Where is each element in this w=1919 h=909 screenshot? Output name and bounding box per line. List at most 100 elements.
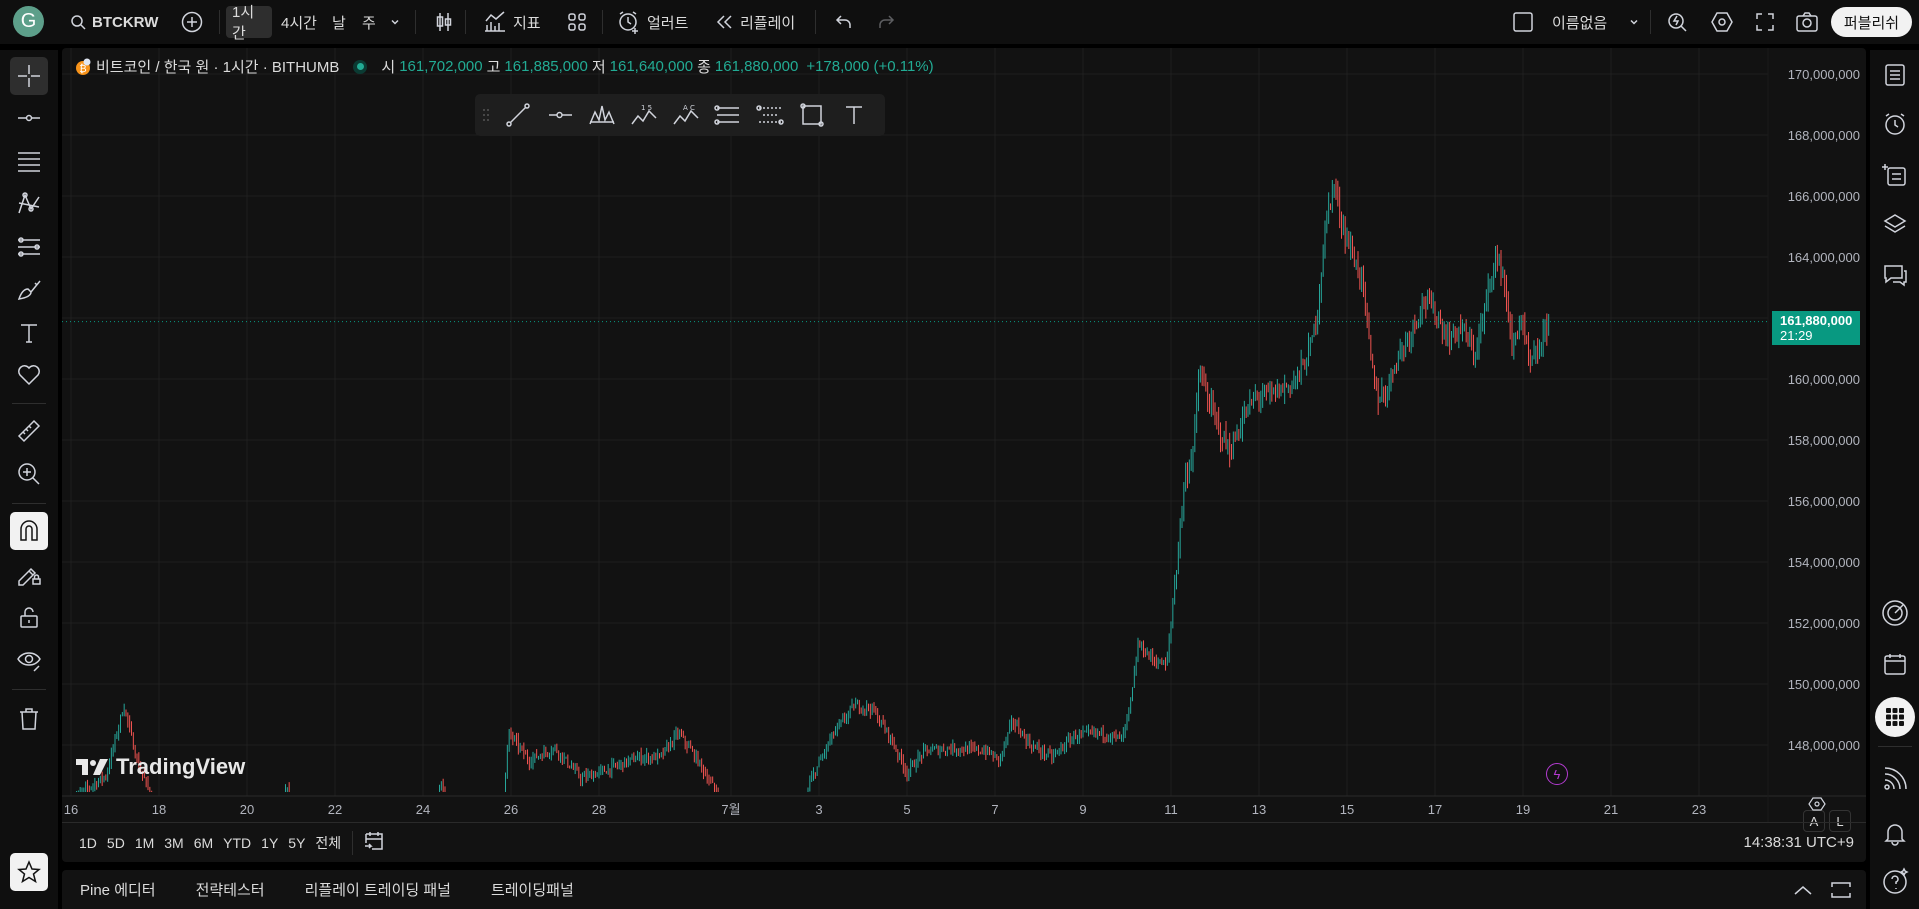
elliott-correction-tool[interactable]: A C	[665, 94, 707, 136]
trend-line-tool[interactable]	[497, 94, 539, 136]
range-all[interactable]: 전체	[310, 833, 346, 853]
elliott-impulse-tool[interactable]: 1 5	[623, 94, 665, 136]
list-icon	[1885, 64, 1905, 86]
icon-tool[interactable]	[10, 356, 48, 394]
horizontal-ray-icon	[18, 114, 40, 122]
drag-handle[interactable]	[475, 94, 497, 136]
price-tick-label: 152,000,000	[1788, 616, 1860, 631]
lock-drawings[interactable]	[10, 598, 48, 636]
collapse-panel-button[interactable]	[1792, 879, 1814, 905]
watchlist-button[interactable]	[1876, 56, 1914, 94]
symbol-search-button[interactable]: BTCKRW	[64, 6, 164, 38]
ideas-stream-button[interactable]	[1876, 760, 1914, 798]
remove-drawings[interactable]	[10, 700, 48, 738]
publish-button[interactable]: 퍼블리쉬	[1831, 7, 1912, 37]
ruler-icon	[17, 419, 41, 443]
layers-button[interactable]	[1876, 205, 1914, 243]
layout-name-button[interactable]: 이름없음	[1546, 6, 1613, 38]
indicators-button[interactable]: 지표	[477, 6, 547, 38]
horizontal-ray-tool[interactable]	[539, 94, 581, 136]
help-button[interactable]	[1876, 862, 1914, 900]
trend-line-icon	[506, 103, 530, 127]
notifications-button[interactable]	[1876, 814, 1914, 852]
range-1y[interactable]: 1Y	[256, 835, 283, 851]
range-5y[interactable]: 5Y	[283, 835, 310, 851]
crosshair-tool[interactable]	[10, 57, 48, 95]
interval-week[interactable]: 주	[356, 6, 382, 38]
time-tick-label: 22	[328, 802, 342, 817]
products-button[interactable]	[1875, 697, 1915, 737]
multi-layout-button[interactable]	[1506, 6, 1540, 38]
compare-symbol-button[interactable]	[175, 6, 209, 38]
calendar-button[interactable]	[1876, 645, 1914, 683]
stay-in-drawing-mode[interactable]	[10, 555, 48, 593]
time-tick-label: 24	[416, 802, 430, 817]
tab-pine-editor[interactable]: Pine 에디터	[80, 879, 156, 900]
range-6m[interactable]: 6M	[189, 835, 218, 851]
maximize-panel-button[interactable]	[1830, 879, 1852, 905]
interval-4h[interactable]: 4시간	[275, 6, 323, 38]
zoom-tool[interactable]	[10, 455, 48, 493]
clock-timezone[interactable]: 14:38:31 UTC+9	[1744, 834, 1855, 851]
symbol-label: BTCKRW	[92, 13, 159, 31]
parallel-channel-tool[interactable]	[707, 94, 749, 136]
interval-dropdown[interactable]	[383, 6, 407, 38]
alert-button[interactable]: 얼러트	[611, 6, 694, 38]
magnet-toggle[interactable]	[10, 512, 48, 550]
go-to-date-button[interactable]	[363, 830, 385, 855]
range-ytd[interactable]: YTD	[218, 835, 256, 851]
interval-day[interactable]: 날	[326, 6, 352, 38]
svg-text:A C: A C	[683, 104, 695, 112]
rectangle-tool[interactable]	[791, 94, 833, 136]
tab-replay-trading-panel[interactable]: 리플레이 트레이딩 패널	[305, 879, 451, 900]
lightning-event-icon[interactable]: ϟ	[1546, 763, 1568, 785]
fullscreen-button[interactable]	[1749, 6, 1781, 38]
chart-pane[interactable]: 170,000,000 168,000,000 166,000,000 164,000…	[62, 48, 1866, 862]
interval-1h[interactable]: 1시간	[226, 4, 272, 42]
alerts-panel-button[interactable]	[1876, 105, 1914, 143]
market-status-dot[interactable]	[353, 59, 368, 74]
fib-tool[interactable]	[10, 142, 48, 180]
hotlists-button[interactable]	[1876, 594, 1914, 632]
fib-retracement-tool[interactable]	[749, 94, 791, 136]
templates-button[interactable]	[561, 6, 593, 38]
favorites-button[interactable]	[10, 853, 48, 891]
undo-button[interactable]	[829, 6, 859, 38]
pattern-tool[interactable]	[10, 185, 48, 223]
range-1d[interactable]: 1D	[74, 835, 102, 851]
low-value: 161,640,000	[609, 58, 694, 75]
object-tree-button[interactable]	[1876, 156, 1914, 194]
quick-search-button[interactable]	[1660, 6, 1696, 38]
line-tool[interactable]	[10, 99, 48, 137]
chart-type-button[interactable]	[427, 6, 461, 38]
user-avatar[interactable]: G	[13, 6, 44, 37]
grid-icon	[568, 13, 586, 31]
head-shoulders-tool[interactable]	[581, 94, 623, 136]
undo-icon	[835, 15, 851, 28]
screenshot-button[interactable]	[1789, 6, 1825, 38]
range-5d[interactable]: 5D	[102, 835, 130, 851]
chats-button[interactable]	[1876, 256, 1914, 294]
tab-trading-panel[interactable]: 트레이딩패널	[491, 879, 574, 900]
prediction-tool[interactable]	[10, 228, 48, 266]
text-tool[interactable]	[10, 314, 48, 352]
drawing-toolbar-left	[0, 50, 58, 909]
abc-wave-icon: A C	[673, 104, 699, 125]
time-axis-settings-button[interactable]	[1808, 796, 1826, 817]
redo-button[interactable]	[871, 6, 901, 38]
range-3m[interactable]: 3M	[159, 835, 188, 851]
tab-strategy-tester[interactable]: 전략테스터	[196, 879, 265, 900]
settings-button[interactable]	[1704, 6, 1740, 38]
settings-hexagon-icon	[1711, 12, 1733, 32]
indicators-label: 지표	[513, 14, 541, 32]
text-tool[interactable]	[833, 94, 875, 136]
layout-menu-dropdown[interactable]	[1622, 6, 1646, 38]
replay-button[interactable]: 리플레이	[710, 6, 801, 38]
range-1m[interactable]: 1M	[130, 835, 159, 851]
brush-tool[interactable]	[10, 271, 48, 309]
last-price: 161,880,000	[1780, 313, 1853, 328]
symbol-title[interactable]: 비트코인 / 한국 원 · 1시간 · BITHUMB	[96, 56, 339, 77]
price-chart[interactable]: 170,000,000 168,000,000 166,000,000 164,000…	[62, 48, 1866, 822]
measure-tool[interactable]	[10, 412, 48, 450]
hide-drawings[interactable]	[10, 641, 48, 679]
